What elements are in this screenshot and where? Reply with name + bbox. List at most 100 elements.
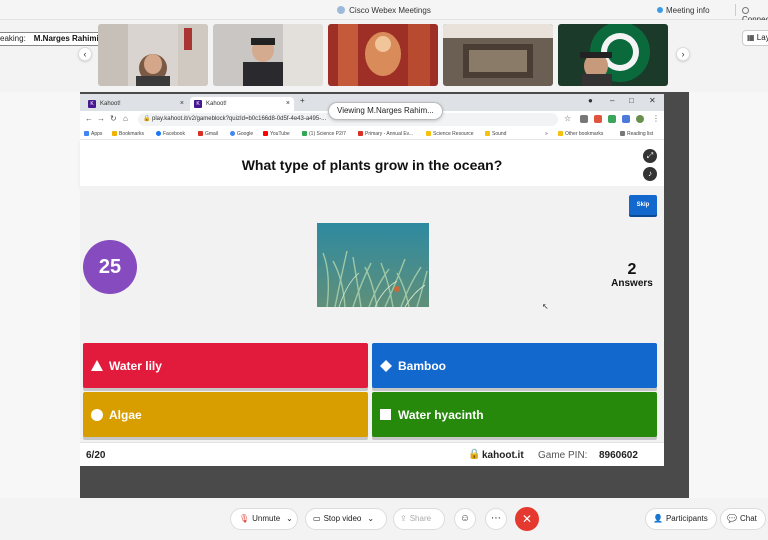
game-pin-value: 8960602 — [599, 450, 638, 461]
mouse-cursor-icon: ↖ — [542, 302, 549, 311]
kahoot-site: kahoot.it — [482, 450, 524, 461]
viewing-banner: Viewing M.Narges Rahim... — [328, 102, 443, 120]
answer-option-blue[interactable]: Bamboo — [372, 343, 657, 388]
webex-icon — [337, 6, 346, 14]
stage-right-margin — [689, 92, 768, 498]
extension-icon[interactable] — [608, 115, 616, 123]
answer-option-green[interactable]: Water hyacinth — [372, 392, 657, 437]
speaking-prefix: eaking: — [0, 34, 26, 43]
bookmark-label: Bookmarks — [119, 131, 145, 137]
kahoot-favicon: K — [194, 100, 202, 108]
answer-label: Algae — [109, 408, 142, 422]
star-icon[interactable]: ☆ — [564, 114, 571, 123]
meeting-info-button[interactable]: Meeting info — [657, 6, 710, 15]
browser-tab-1[interactable]: K Kahoot! × — [84, 97, 188, 111]
bookmark-item[interactable]: YouTube — [263, 131, 290, 137]
question-counter: 6/20 — [86, 450, 106, 461]
participant-video-5[interactable] — [558, 24, 668, 86]
answers-count-label: Answers — [611, 278, 653, 289]
chat-button[interactable]: 💬 Chat — [720, 508, 766, 530]
extension-icon[interactable] — [594, 115, 602, 123]
bookmark-item[interactable]: Primary - Annual Ev... — [358, 131, 413, 137]
profile-avatar[interactable] — [636, 115, 644, 123]
more-options-button[interactable]: ⋯ — [485, 508, 507, 530]
seagrass-image — [317, 223, 429, 307]
answers-count-value: 2 — [627, 261, 637, 278]
participant-video-2[interactable] — [213, 24, 323, 86]
participant-video-1[interactable] — [98, 24, 208, 86]
bookmark-item[interactable]: (1) Science P2/7 — [302, 131, 346, 137]
skip-button[interactable]: Skip — [629, 195, 657, 215]
minimize-icon[interactable]: – — [610, 96, 614, 105]
share-label: Share — [409, 514, 432, 523]
smiley-icon: ☺ — [459, 513, 471, 524]
reactions-button[interactable]: ☺ — [454, 508, 476, 530]
chevron-down-icon[interactable]: ⌄ — [286, 514, 293, 523]
question-header: What type of plants grow in the ocean? ⤢… — [80, 140, 664, 186]
fullscreen-icon[interactable]: ⤢ — [643, 149, 657, 163]
scroll-right-button[interactable]: › — [676, 47, 690, 61]
menu-icon[interactable]: ⋮ — [652, 114, 660, 123]
share-button[interactable]: ⇪ Share — [393, 508, 445, 530]
divider — [735, 4, 736, 16]
leave-meeting-button[interactable]: ✕ — [515, 507, 539, 531]
bookmarks-bar: Apps Bookmarks Facebook Gmail Google You… — [80, 128, 664, 140]
gmail-icon — [198, 131, 203, 136]
bookmark-apps[interactable]: Apps — [84, 131, 102, 137]
bookmark-reading-list[interactable]: Reading list — [620, 131, 653, 137]
bookmark-label: Sound — [492, 131, 507, 137]
new-tab-button[interactable]: + — [300, 96, 305, 105]
meeting-controls: 🎙 Unmute ⌄ ▭ Stop video ⌄ ⇪ Share ☺ ⋯ ✕ 👤 Part… — [0, 498, 768, 540]
share-icon: ⇪ — [400, 514, 407, 523]
bookmark-label: Science Resource — [433, 131, 474, 137]
close-tab-icon[interactable]: × — [180, 97, 184, 111]
close-icon: ✕ — [521, 512, 533, 526]
reload-icon[interactable]: ↻ — [110, 114, 117, 123]
layout-button[interactable]: ▦ Lay — [742, 30, 768, 46]
participant-video-4[interactable] — [443, 24, 553, 86]
more-bookmarks-icon[interactable]: » — [545, 131, 548, 137]
question-body: Skip 25 2 Answers ↖ Water lily Bamboo Al… — [80, 186, 664, 466]
close-tab-icon[interactable]: × — [286, 97, 290, 111]
bookmark-item[interactable]: Science Resource — [426, 131, 474, 137]
bookmark-label: Facebook — [163, 131, 185, 137]
back-icon[interactable]: ← — [85, 114, 93, 123]
chevron-down-icon[interactable]: ⌄ — [367, 514, 374, 523]
profile-dot-icon[interactable]: ● — [588, 96, 593, 105]
layout-icon: ▦ — [747, 33, 755, 42]
reading-list-icon — [620, 131, 625, 136]
bookmark-other[interactable]: Other bookmarks — [558, 131, 603, 137]
forward-icon[interactable]: → — [97, 114, 105, 123]
scroll-left-button[interactable]: ‹ — [78, 47, 92, 61]
bookmark-item[interactable]: Gmail — [198, 131, 218, 137]
participant-video-3[interactable] — [328, 24, 438, 86]
viewing-label: Viewing M.Narges Rahim... — [337, 106, 434, 115]
sound-icon[interactable]: ♪ — [643, 167, 657, 181]
close-window-icon[interactable]: ✕ — [649, 96, 656, 105]
extension-icon[interactable] — [622, 115, 630, 123]
participants-label: Participants — [665, 514, 708, 523]
answer-label: Water hyacinth — [398, 408, 484, 422]
circle-icon — [91, 409, 103, 421]
bookmark-item[interactable]: Sound — [485, 131, 506, 137]
bookmark-item[interactable]: Facebook — [156, 131, 185, 137]
maximize-icon[interactable]: □ — [629, 96, 634, 105]
video-camera-icon: ▭ — [313, 514, 321, 523]
answer-option-yellow[interactable]: Algae — [83, 392, 368, 437]
extension-icon[interactable] — [580, 115, 588, 123]
square-icon — [380, 409, 391, 420]
shared-browser-window: K Kahoot! × K Kahoot! × + ● – □ ✕ ← → ↻ ⌂ 🔒 p… — [80, 94, 664, 466]
more-icon: ⋯ — [491, 513, 501, 524]
tab-1-label: Kahoot! — [100, 101, 121, 107]
video-frame-5 — [558, 24, 668, 86]
participants-icon: 👤 — [653, 514, 663, 523]
home-icon[interactable]: ⌂ — [123, 114, 128, 123]
stop-video-button[interactable]: ▭ Stop video ⌄ — [305, 508, 387, 530]
bookmark-label: YouTube — [270, 131, 290, 137]
participants-button[interactable]: 👤 Participants — [645, 508, 717, 530]
bookmark-item[interactable]: Bookmarks — [112, 131, 144, 137]
unmute-button[interactable]: 🎙 Unmute ⌄ — [230, 508, 298, 530]
browser-tab-2[interactable]: K Kahoot! × — [190, 97, 294, 111]
bookmark-item[interactable]: Google — [230, 131, 253, 137]
answer-option-red[interactable]: Water lily — [83, 343, 368, 388]
